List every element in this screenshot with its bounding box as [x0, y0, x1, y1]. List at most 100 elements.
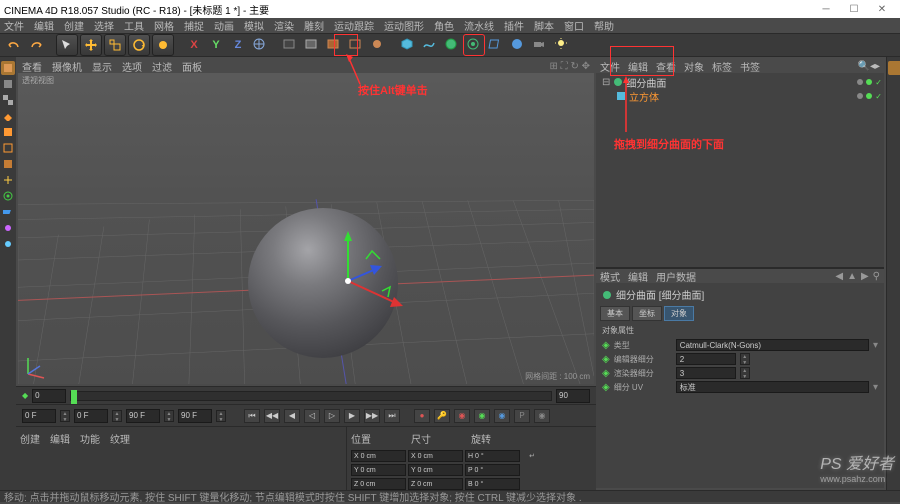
timeline[interactable]: ◆ 0 90 — [16, 386, 596, 404]
apply-icon[interactable]: ↵ — [522, 450, 542, 462]
rot-p[interactable]: P 0 ° — [465, 464, 520, 476]
axis-y-toggle[interactable]: Y — [206, 35, 226, 55]
om-search-icon[interactable]: 🔍◂▸ — [858, 61, 881, 72]
vp-menu-filter[interactable]: 过滤 — [152, 59, 172, 74]
move-tool[interactable] — [80, 34, 102, 56]
vp-menu-display[interactable]: 显示 — [92, 59, 112, 74]
menu-sculpt[interactable]: 雕刻 — [304, 18, 324, 33]
goto-start[interactable]: ⏮ — [244, 409, 260, 423]
menu-edit[interactable]: 编辑 — [34, 18, 54, 33]
mat-tab-create[interactable]: 创建 — [20, 431, 40, 446]
attr-tab-object[interactable]: 对象 — [664, 306, 694, 321]
attr-editor-value[interactable]: 2 — [676, 353, 736, 365]
range-start[interactable]: 0 F — [22, 409, 56, 423]
spinner[interactable]: ▲▼ — [740, 353, 750, 365]
soft-select[interactable] — [1, 221, 15, 235]
axis-x-toggle[interactable]: X — [184, 35, 204, 55]
mat-tab-edit[interactable]: 编辑 — [50, 431, 70, 446]
visible-editor[interactable] — [866, 93, 872, 99]
menu-tools[interactable]: 工具 — [124, 18, 144, 33]
add-light[interactable] — [552, 35, 572, 55]
menu-mesh[interactable]: 网格 — [154, 18, 174, 33]
vp-menu-panel[interactable]: 面板 — [182, 59, 202, 74]
menu-script[interactable]: 脚本 — [534, 18, 554, 33]
attr-render-value[interactable]: 3 — [676, 367, 736, 379]
edge-mode[interactable] — [1, 141, 15, 155]
spinner[interactable]: ▲▼ — [60, 410, 70, 422]
render-pv[interactable] — [302, 35, 322, 55]
workplane[interactable] — [1, 205, 15, 219]
rot-h[interactable]: H 0 ° — [465, 450, 520, 462]
scale-tool[interactable] — [104, 34, 126, 56]
axis-mode[interactable] — [1, 173, 15, 187]
coord-system[interactable] — [250, 35, 270, 55]
vp-menu-view[interactable]: 查看 — [22, 59, 42, 74]
mat-tab-tex[interactable]: 纹理 — [110, 431, 130, 446]
mat-tab-func[interactable]: 功能 — [80, 431, 100, 446]
record-key[interactable]: ● — [414, 409, 430, 423]
om-bookmark[interactable]: 书签 — [740, 59, 760, 74]
add-cube[interactable] — [398, 35, 418, 55]
vp-menu-camera[interactable]: 摄像机 — [52, 59, 82, 74]
vp-nav-icon[interactable]: ⊞ ⛶ ↻ ✥ — [550, 61, 590, 72]
add-environment[interactable] — [508, 35, 528, 55]
menu-create[interactable]: 创建 — [64, 18, 84, 33]
spinner[interactable]: ▲▼ — [164, 410, 174, 422]
visible-editor[interactable] — [866, 79, 872, 85]
tree-row-cube[interactable]: 立方体 ✓ — [598, 89, 882, 103]
menu-render[interactable]: 渲染 — [274, 18, 294, 33]
om-view[interactable]: 查看 — [656, 59, 676, 74]
attr-tab-coord[interactable]: 坐标 — [632, 306, 662, 321]
rotate-tool[interactable] — [128, 34, 150, 56]
menu-character[interactable]: 角色 — [434, 18, 454, 33]
attr-lock-icon[interactable]: ⚲ — [873, 271, 880, 282]
prev-frame[interactable]: ◀ — [284, 409, 300, 423]
layer-dot[interactable] — [857, 79, 863, 85]
next-key[interactable]: ▶▶ — [364, 409, 380, 423]
om-file[interactable]: 文件 — [600, 59, 620, 74]
visible-render[interactable]: ✓ — [875, 92, 882, 101]
attr-userdata[interactable]: 用户数据 — [656, 269, 696, 284]
coord-tab-pos[interactable]: 位置 — [351, 431, 401, 446]
add-camera[interactable] — [530, 35, 550, 55]
select-tool[interactable] — [56, 34, 78, 56]
attr-tab-basic[interactable]: 基本 — [600, 306, 630, 321]
play-back[interactable]: ◁ — [304, 409, 320, 423]
tl-start[interactable]: 0 — [32, 389, 66, 403]
object-sphere[interactable] — [248, 208, 398, 358]
layer-dot[interactable] — [857, 93, 863, 99]
close-button[interactable]: ✕ — [868, 1, 896, 17]
key-pos[interactable]: ◉ — [454, 409, 470, 423]
pos-y[interactable]: Y 0 cm — [351, 464, 406, 476]
menu-plugins[interactable]: 插件 — [504, 18, 524, 33]
coord-tab-size[interactable]: 尺寸 — [411, 431, 461, 446]
pos-x[interactable]: X 0 cm — [351, 450, 406, 462]
axis-z-toggle[interactable]: Z — [228, 35, 248, 55]
attr-type-value[interactable]: Catmull-Clark(N-Gons) — [676, 339, 869, 351]
tweak-mode[interactable] — [1, 237, 15, 251]
key-scale[interactable]: ◉ — [474, 409, 490, 423]
maximize-button[interactable]: ☐ — [840, 1, 868, 17]
snap-toggle[interactable] — [1, 189, 15, 203]
menu-pipeline[interactable]: 流水线 — [464, 18, 494, 33]
goto-end[interactable]: ⏭ — [384, 409, 400, 423]
attr-nav-back[interactable]: ◀ — [835, 271, 843, 282]
key-pla[interactable]: ◉ — [534, 409, 550, 423]
polygon-mode[interactable] — [1, 157, 15, 171]
autokey[interactable]: 🔑 — [434, 409, 450, 423]
range-end[interactable]: 90 F — [126, 409, 160, 423]
tl-end[interactable]: 90 — [556, 389, 590, 403]
add-spline[interactable] — [420, 35, 440, 55]
om-tags[interactable]: 标签 — [712, 59, 732, 74]
render-region[interactable] — [346, 35, 366, 55]
viewport[interactable]: 透视视图 网格间距 : 100 cm — [18, 73, 594, 384]
layout-icon[interactable] — [888, 61, 900, 75]
attr-edit[interactable]: 编辑 — [628, 269, 648, 284]
key-rot[interactable]: ◉ — [494, 409, 510, 423]
minimize-button[interactable]: ─ — [812, 1, 840, 17]
redo-button[interactable] — [26, 35, 46, 55]
vp-menu-options[interactable]: 选项 — [122, 59, 142, 74]
render-queue[interactable] — [368, 35, 388, 55]
play-fwd[interactable]: ▷ — [324, 409, 340, 423]
add-deformer[interactable] — [486, 35, 506, 55]
